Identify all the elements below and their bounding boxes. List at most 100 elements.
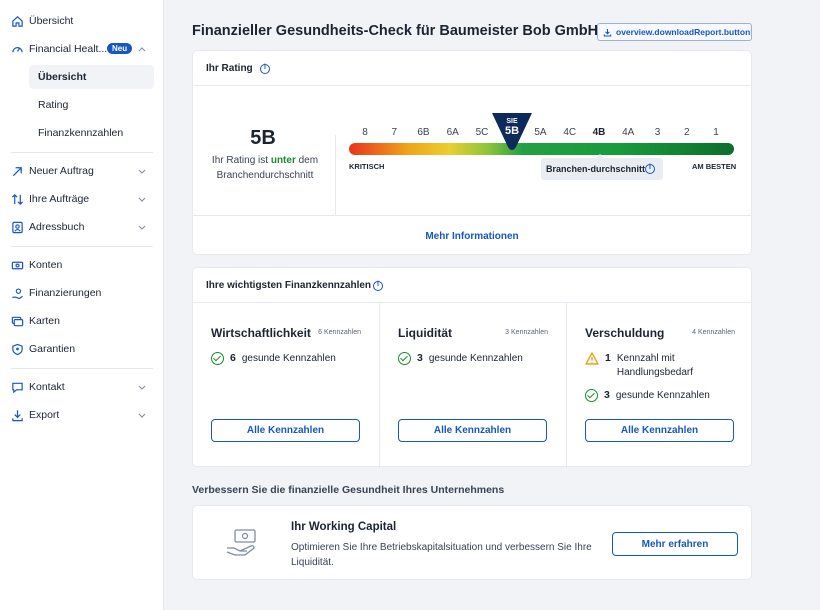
sidebar-item-label: Neuer Auftrag (29, 165, 94, 177)
cash-hand-icon (226, 529, 256, 556)
scale-label: 4B (592, 127, 606, 138)
sidebar-item-orders[interactable]: Ihre Aufträge (0, 187, 164, 211)
sidebar-subitem-overview[interactable]: Übersicht (29, 65, 154, 89)
rating-footer-divider (192, 215, 752, 216)
gauge-icon (12, 47, 23, 53)
sidebar-item-label: Adressbuch (29, 221, 85, 233)
hand-coins-icon (12, 288, 23, 300)
download-icon (603, 28, 612, 37)
healthy-count: 3 (604, 389, 610, 401)
sidebar-item-cards[interactable]: Karten (0, 309, 164, 333)
check-circle-icon (585, 389, 598, 402)
sidebar-item-label: Kontakt (29, 381, 65, 393)
sidebar-item-overview[interactable]: Übersicht (0, 9, 164, 33)
address-book-icon (12, 221, 23, 234)
scale-label: 4A (622, 127, 635, 138)
kpi-column-title: Liquidität (398, 326, 452, 340)
sidebar-item-label: Karten (29, 315, 60, 327)
sidebar-item-address-book[interactable]: Adressbuch (0, 215, 164, 239)
working-capital-title: Ihr Working Capital (291, 521, 397, 533)
download-report-button[interactable]: overview.downloadReport.button (597, 23, 752, 41)
swap-arrows-icon (11, 194, 24, 205)
kpi-card-header: Ihre wichtigsten Finanzkennzahlen (193, 268, 751, 303)
all-kpis-button[interactable]: Alle Kennzahlen (398, 419, 547, 442)
chevron-down-icon (138, 413, 146, 418)
scale-label: 5C (475, 127, 489, 138)
sidebar-item-accounts[interactable]: Konten (0, 253, 164, 277)
sidebar-divider (11, 368, 153, 369)
check-circle-icon (211, 352, 224, 365)
sidebar-divider (11, 246, 153, 247)
sidebar-item-label: Garantien (29, 343, 76, 355)
scale-label: 5A (534, 127, 547, 138)
chat-icon (12, 382, 23, 394)
sidebar-item-financing[interactable]: Finanzierungen (0, 281, 164, 305)
sidebar-item-label: Ihre Aufträge (29, 193, 90, 205)
rating-divider (335, 135, 336, 215)
sidebar-item-label: Financial Healt... (29, 43, 108, 55)
sidebar-subitem-label: Finanzkennzahlen (38, 127, 124, 139)
sidebar-item-financial-health[interactable]: Financial Healt... Neu (0, 37, 164, 61)
sidebar-item-label: Finanzierungen (29, 287, 102, 299)
healthy-kpis-line: 3 gesunde Kennzahlen (398, 352, 523, 366)
money-icon (11, 261, 24, 270)
scale-right-label: AM BESTEN (692, 162, 737, 171)
industry-average-label: Branchen-durchschnitt (546, 164, 646, 174)
kpi-section-title: Ihre wichtigsten Finanzkennzahlen (206, 280, 372, 291)
new-badge: Neu (107, 43, 133, 54)
warning-kpis-line: 1 Kennzahl mit Handlungsbedarf (585, 352, 735, 380)
rating-value: 5B (250, 127, 276, 149)
learn-more-button[interactable]: Mehr erfahren (612, 532, 738, 556)
all-kpis-button[interactable]: Alle Kennzahlen (585, 419, 734, 442)
page-title: Finanzieller Gesundheits-Check für Baume… (192, 23, 599, 39)
scale-label: 6B (417, 127, 430, 138)
sidebar-item-export[interactable]: Export (0, 403, 164, 427)
info-icon[interactable] (645, 164, 655, 174)
marker-label: SIE (506, 118, 518, 125)
kpi-column-debt: Verschuldung 4 Kennzahlen 1 Kennzahl mit… (567, 303, 753, 468)
improve-section-title: Verbessern Sie die finanzielle Gesundhei… (192, 484, 505, 496)
sidebar-item-label: Export (29, 409, 60, 421)
chevron-up-icon (138, 47, 146, 52)
sidebar-item-guarantees[interactable]: Garantien (0, 337, 164, 361)
scale-label: 6A (446, 127, 459, 138)
kpi-column-count: 6 Kennzahlen (318, 329, 361, 336)
sidebar-subitem-label: Übersicht (38, 71, 87, 83)
healthy-label: gesunde Kennzahlen (241, 353, 336, 364)
sidebar-subitem-financial-ratios[interactable]: Finanzkennzahlen (29, 121, 154, 145)
info-icon[interactable] (373, 281, 383, 291)
scale-label: 1 (713, 127, 719, 138)
sidebar-item-label: Übersicht (29, 15, 74, 27)
info-icon[interactable] (260, 64, 270, 74)
healthy-kpis-line: 6 gesunde Kennzahlen (211, 352, 336, 366)
scale-label: 4C (563, 127, 577, 138)
all-kpis-button[interactable]: Alle Kennzahlen (211, 419, 360, 442)
healthy-kpis-line: 3 gesunde Kennzahlen (585, 389, 710, 403)
kpi-column-profitability: Wirtschaftlichkeit 6 Kennzahlen 6 gesund… (193, 303, 379, 468)
arrow-up-right-icon (12, 167, 22, 177)
healthy-count: 6 (230, 352, 236, 364)
rating-gradient-bar (349, 143, 734, 155)
scale-label: 7 (391, 127, 398, 138)
sidebar-item-new-order[interactable]: Neuer Auftrag (0, 159, 164, 183)
chevron-down-icon (138, 225, 146, 230)
scale-label: 8 (362, 127, 368, 138)
working-capital-text: Optimieren Sie Ihre Betriebskapitalsitua… (291, 542, 592, 568)
kpi-column-title: Wirtschaftlichkeit (211, 326, 311, 340)
rating-description: Ihr Rating ist unter dem Branchendurchsc… (194, 153, 336, 183)
scale-label: 3 (654, 127, 661, 138)
warning-icon (585, 352, 599, 365)
marker-value: 5B (504, 125, 520, 137)
sidebar: Übersicht Financial Healt... Neu Übersic… (0, 0, 164, 610)
kpi-column-title: Verschuldung (585, 326, 665, 340)
kpi-column-count: 3 Kennzahlen (505, 329, 548, 336)
sidebar-subitem-rating[interactable]: Rating (29, 93, 154, 117)
industry-average-tooltip: Branchen-durchschnitt (541, 154, 663, 180)
kpi-card: Ihre wichtigsten Finanzkennzahlen Wirtsc… (192, 267, 753, 468)
more-info-link[interactable]: Mehr Informationen (192, 231, 752, 242)
download-icon (12, 410, 23, 422)
sidebar-item-contact[interactable]: Kontakt (0, 375, 164, 399)
chevron-down-icon (138, 197, 146, 202)
warning-count: 1 (605, 352, 611, 364)
cards-icon (11, 316, 24, 327)
